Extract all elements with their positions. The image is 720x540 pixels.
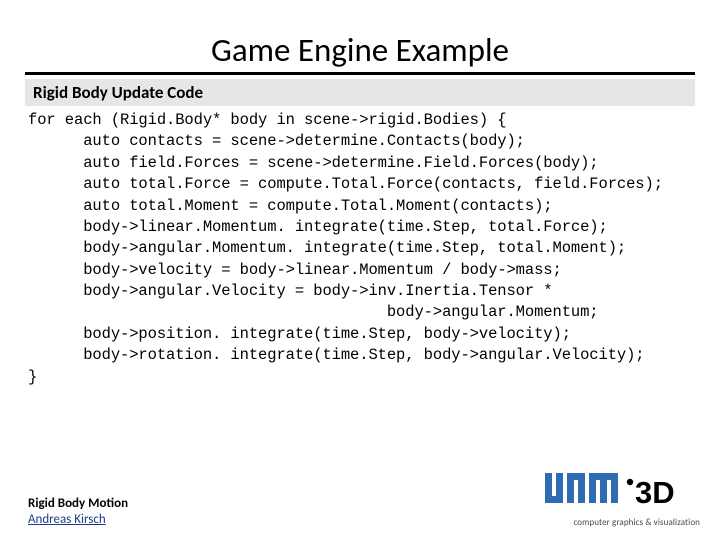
logo-suffix: 3D: [635, 475, 675, 510]
footer: Rigid Body Motion Andreas Kirsch: [28, 473, 700, 528]
footer-author: Andreas Kirsch: [28, 512, 128, 528]
tum-logo-icon: 3D: [545, 473, 700, 516]
slide: Game Engine Example Rigid Body Update Co…: [0, 0, 720, 540]
slide-title: Game Engine Example: [25, 30, 695, 75]
footer-tagline: computer graphics & visualization: [573, 517, 700, 528]
footer-left: Rigid Body Motion Andreas Kirsch: [28, 496, 128, 529]
subtitle-bar: Rigid Body Update Code: [25, 79, 695, 106]
code-block: for each (Rigid.Body* body in scene->rig…: [20, 110, 700, 388]
footer-right: 3D computer graphics & visualization: [545, 473, 700, 528]
footer-topic: Rigid Body Motion: [28, 496, 128, 512]
